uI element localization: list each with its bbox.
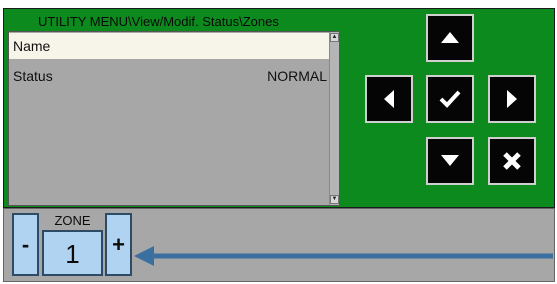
list-scrollbar[interactable]: ▲ ▼ [329, 32, 339, 205]
zone-number-field[interactable]: 1 [42, 230, 103, 276]
scroll-up-icon[interactable]: ▲ [330, 33, 339, 42]
status-list: Name Status NORMAL ▲ ▼ [8, 31, 340, 206]
arrow-left-icon [384, 90, 394, 108]
status-value: NORMAL [267, 68, 327, 84]
list-row-label: Name [13, 38, 51, 54]
confirm-button[interactable] [426, 75, 474, 123]
zone-decrement-button[interactable]: - [12, 213, 39, 276]
arrow-up-icon [441, 32, 459, 43]
right-button[interactable] [488, 75, 536, 123]
list-row-status[interactable]: Status NORMAL [9, 63, 331, 89]
arrow-right-icon [507, 90, 517, 108]
list-row-label: Status [13, 68, 53, 84]
checkmark-icon [439, 90, 461, 108]
list-row-name[interactable]: Name [9, 33, 331, 59]
up-button[interactable] [426, 14, 474, 62]
left-button[interactable] [365, 75, 413, 123]
down-button[interactable] [426, 137, 474, 185]
arrow-down-icon [441, 155, 459, 166]
scroll-down-icon[interactable]: ▼ [330, 195, 339, 204]
zone-label: ZONE [54, 213, 91, 228]
zone-increment-button[interactable]: + [105, 213, 132, 276]
cross-icon [503, 152, 521, 170]
cancel-button[interactable] [488, 137, 536, 185]
utility-menu-screen: UTILITY MENU\View/Modif. Status\Zones Na… [0, 0, 557, 284]
menu-title: UTILITY MENU\View/Modif. Status\Zones [38, 14, 279, 29]
pointer-arrow-icon [134, 246, 553, 266]
